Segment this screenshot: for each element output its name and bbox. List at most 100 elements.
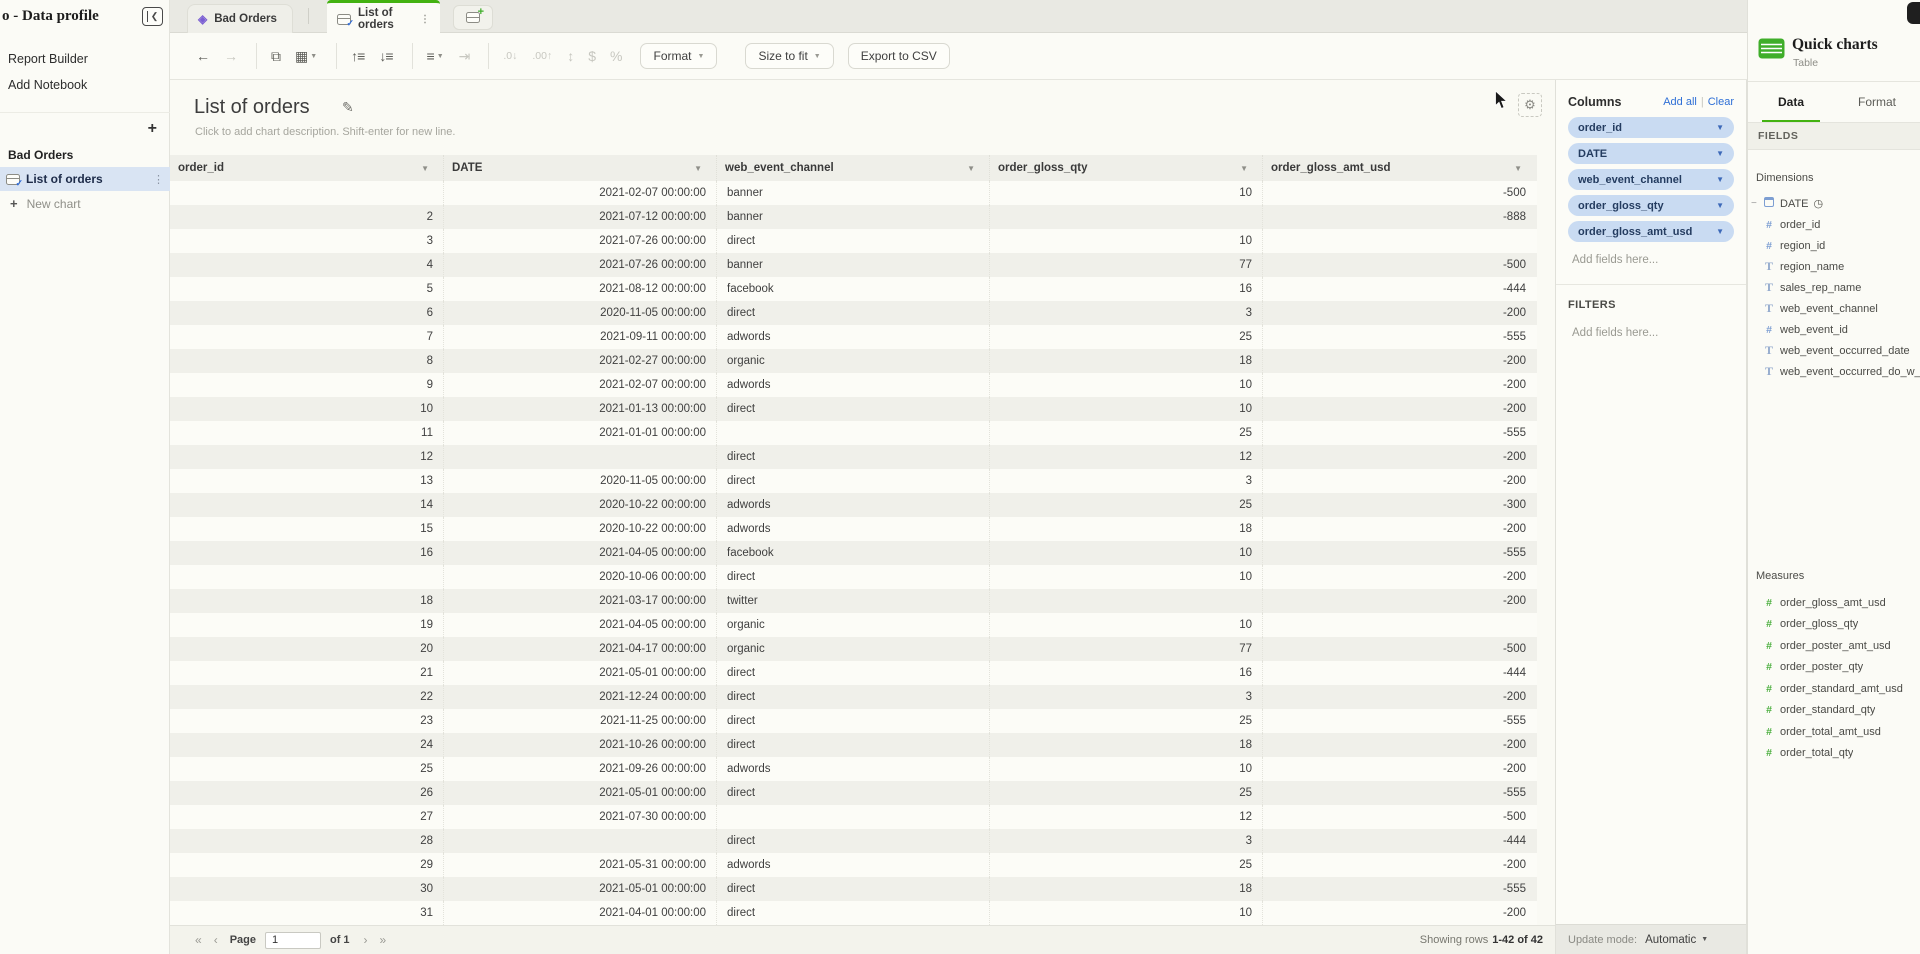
table-row[interactable]: 292021-05-31 00:00:00adwords25-200 — [170, 853, 1537, 877]
chart-settings-button[interactable]: ⚙ — [1518, 93, 1542, 117]
table-row[interactable]: 72021-09-11 00:00:00adwords25-555 — [170, 325, 1537, 349]
table-row[interactable]: 92021-02-07 00:00:00adwords10-200 — [170, 373, 1537, 397]
export-csv-button[interactable]: Export to CSV — [848, 43, 950, 69]
table-row[interactable]: 2021-02-07 00:00:00banner10-500 — [170, 181, 1537, 205]
column-header-web_event_channel[interactable]: web_event_channel▼ — [716, 155, 989, 181]
new-chart-tab-button[interactable] — [453, 5, 493, 30]
table-row[interactable]: 112021-01-01 00:00:0025-555 — [170, 421, 1537, 445]
table-row[interactable]: 2020-10-06 00:00:00direct10-200 — [170, 565, 1537, 589]
first-page-button[interactable]: « — [195, 933, 202, 947]
chart-type-icon[interactable]: ▦▼ — [295, 48, 317, 65]
measure-order_gloss_amt_usd[interactable]: #order_gloss_amt_usd — [1748, 592, 1920, 613]
last-page-button[interactable]: » — [380, 933, 387, 947]
duplicate-chart-icon[interactable]: ⧉ — [271, 48, 280, 65]
next-page-button[interactable]: › — [364, 933, 368, 947]
dimension-sales_rep_name[interactable]: Tsales_rep_name — [1748, 277, 1920, 298]
sidebar-item-add-notebook[interactable]: Add Notebook — [8, 78, 87, 92]
edit-title-icon[interactable]: ✎ — [342, 99, 354, 116]
table-row[interactable]: 212021-05-01 00:00:00direct16-444 — [170, 661, 1537, 685]
dimension-order_id[interactable]: #order_id — [1748, 214, 1920, 235]
pill-chevron-icon[interactable]: ▼ — [1716, 227, 1724, 236]
sort-caret-icon[interactable]: ▼ — [694, 164, 702, 173]
columns-add-fields-dropzone[interactable]: Add fields here... — [1572, 254, 1746, 266]
floating-widget-sliver[interactable] — [1907, 2, 1920, 24]
table-row[interactable]: 272021-07-30 00:00:0012-500 — [170, 805, 1537, 829]
column-pill-order_gloss_qty[interactable]: order_gloss_qty▼ — [1568, 195, 1734, 216]
table-row[interactable]: 262021-05-01 00:00:00direct25-555 — [170, 781, 1537, 805]
update-mode-select[interactable]: Automatic — [1645, 934, 1696, 946]
table-row[interactable]: 52021-08-12 00:00:00facebook16-444 — [170, 277, 1537, 301]
table-row[interactable]: 182021-03-17 00:00:00twitter-200 — [170, 589, 1537, 613]
table-row[interactable]: 232021-11-25 00:00:00direct25-555 — [170, 709, 1537, 733]
chart-description-placeholder[interactable]: Click to add chart description. Shift-en… — [195, 126, 455, 138]
column-header-order_gloss_amt_usd[interactable]: order_gloss_amt_usd▼ — [1262, 155, 1536, 181]
tab-list-of-orders[interactable]: List of orders ⋮ — [327, 0, 440, 33]
table-row[interactable]: 42021-07-26 00:00:00banner77-500 — [170, 253, 1537, 277]
pill-chevron-icon[interactable]: ▼ — [1716, 149, 1724, 158]
pill-chevron-icon[interactable]: ▼ — [1716, 175, 1724, 184]
tab-data[interactable]: Data — [1748, 82, 1834, 122]
column-pill-order_id[interactable]: order_id▼ — [1568, 117, 1734, 138]
tab-format[interactable]: Format — [1834, 82, 1920, 122]
collapse-icon[interactable]: − — [1751, 198, 1757, 209]
align-icon[interactable]: ≡▼ — [427, 48, 444, 64]
table-row[interactable]: 242021-10-26 00:00:00direct18-200 — [170, 733, 1537, 757]
tab-bad-orders[interactable]: ◈ Bad Orders — [187, 4, 293, 33]
sidebar-item-bad-orders[interactable]: Bad Orders — [8, 148, 73, 162]
table-row[interactable]: 82021-02-27 00:00:00organic18-200 — [170, 349, 1537, 373]
dimension-web_event_channel[interactable]: Tweb_event_channel — [1748, 298, 1920, 319]
sort-caret-icon[interactable]: ▼ — [1514, 164, 1522, 173]
dimension-web_event_occurred_do_w_n[interactable]: Tweb_event_occurred_do_w_n — [1748, 361, 1920, 382]
sort-descending-icon[interactable]: ↓≡ — [379, 48, 392, 64]
measure-order_total_qty[interactable]: #order_total_qty — [1748, 743, 1920, 764]
column-header-DATE[interactable]: DATE▼ — [443, 155, 716, 181]
table-row[interactable]: 22021-07-12 00:00:00banner-888 — [170, 205, 1537, 229]
measure-order_poster_qty[interactable]: #order_poster_qty — [1748, 657, 1920, 678]
column-pill-DATE[interactable]: DATE▼ — [1568, 143, 1734, 164]
item-menu-icon[interactable]: ⋮ — [153, 173, 164, 186]
table-row[interactable]: 222021-12-24 00:00:00direct3-200 — [170, 685, 1537, 709]
size-to-fit-button[interactable]: Size to fit▼ — [745, 43, 833, 69]
sort-caret-icon[interactable]: ▼ — [421, 164, 429, 173]
table-row[interactable]: 162021-04-05 00:00:00facebook10-555 — [170, 541, 1537, 565]
measure-order_gloss_qty[interactable]: #order_gloss_qty — [1748, 614, 1920, 635]
measure-order_total_amt_usd[interactable]: #order_total_amt_usd — [1748, 721, 1920, 742]
sidebar-item-list-of-orders[interactable]: List of orders ⋮ — [0, 167, 170, 191]
table-row[interactable]: 62020-11-05 00:00:00direct3-200 — [170, 301, 1537, 325]
sidebar-item-new-chart[interactable]: + New chart — [10, 196, 81, 211]
pill-chevron-icon[interactable]: ▼ — [1716, 201, 1724, 210]
table-row[interactable]: 142020-10-22 00:00:00adwords25-300 — [170, 493, 1537, 517]
sort-caret-icon[interactable]: ▼ — [1240, 164, 1248, 173]
table-row[interactable]: 202021-04-17 00:00:00organic77-500 — [170, 637, 1537, 661]
add-all-link[interactable]: Add all — [1663, 96, 1697, 108]
page-input[interactable] — [265, 932, 321, 949]
sort-caret-icon[interactable]: ▼ — [967, 164, 975, 173]
chart-title[interactable]: List of orders — [194, 96, 310, 119]
table-row[interactable]: 132020-11-05 00:00:00direct3-200 — [170, 469, 1537, 493]
column-pill-web_event_channel[interactable]: web_event_channel▼ — [1568, 169, 1734, 190]
table-row[interactable]: 102021-01-13 00:00:00direct10-200 — [170, 397, 1537, 421]
measure-order_standard_amt_usd[interactable]: #order_standard_amt_usd — [1748, 678, 1920, 699]
measure-order_poster_amt_usd[interactable]: #order_poster_amt_usd — [1748, 635, 1920, 656]
sidebar-item-report-builder[interactable]: Report Builder — [8, 52, 88, 66]
column-pill-order_gloss_amt_usd[interactable]: order_gloss_amt_usd▼ — [1568, 221, 1734, 242]
table-row[interactable]: 192021-04-05 00:00:00organic10 — [170, 613, 1537, 637]
table-row[interactable]: 28direct3-444 — [170, 829, 1537, 853]
dimension-web_event_id[interactable]: #web_event_id — [1748, 319, 1920, 340]
table-row[interactable]: 32021-07-26 00:00:00direct10 — [170, 229, 1537, 253]
add-report-button[interactable]: + — [148, 120, 157, 138]
table-row[interactable]: 312021-04-01 00:00:00direct10-200 — [170, 901, 1537, 925]
prev-page-button[interactable]: ‹ — [214, 933, 218, 947]
sort-ascending-icon[interactable]: ↑≡ — [351, 48, 364, 64]
pill-chevron-icon[interactable]: ▼ — [1716, 123, 1724, 132]
measure-order_standard_qty[interactable]: #order_standard_qty — [1748, 700, 1920, 721]
dimension-region_name[interactable]: Tregion_name — [1748, 256, 1920, 277]
dimension-web_event_occurred_date[interactable]: Tweb_event_occurred_date — [1748, 340, 1920, 361]
tab-menu-icon[interactable]: ⋮ — [420, 14, 430, 25]
column-header-order_gloss_qty[interactable]: order_gloss_qty▼ — [989, 155, 1262, 181]
dimension-region_id[interactable]: #region_id — [1748, 235, 1920, 256]
filters-add-fields-dropzone[interactable]: Add fields here... — [1572, 327, 1746, 339]
table-row[interactable]: 302021-05-01 00:00:00direct18-555 — [170, 877, 1537, 901]
sidebar-collapse-button[interactable]: ❮ — [142, 7, 163, 26]
table-row[interactable]: 152020-10-22 00:00:00adwords18-200 — [170, 517, 1537, 541]
